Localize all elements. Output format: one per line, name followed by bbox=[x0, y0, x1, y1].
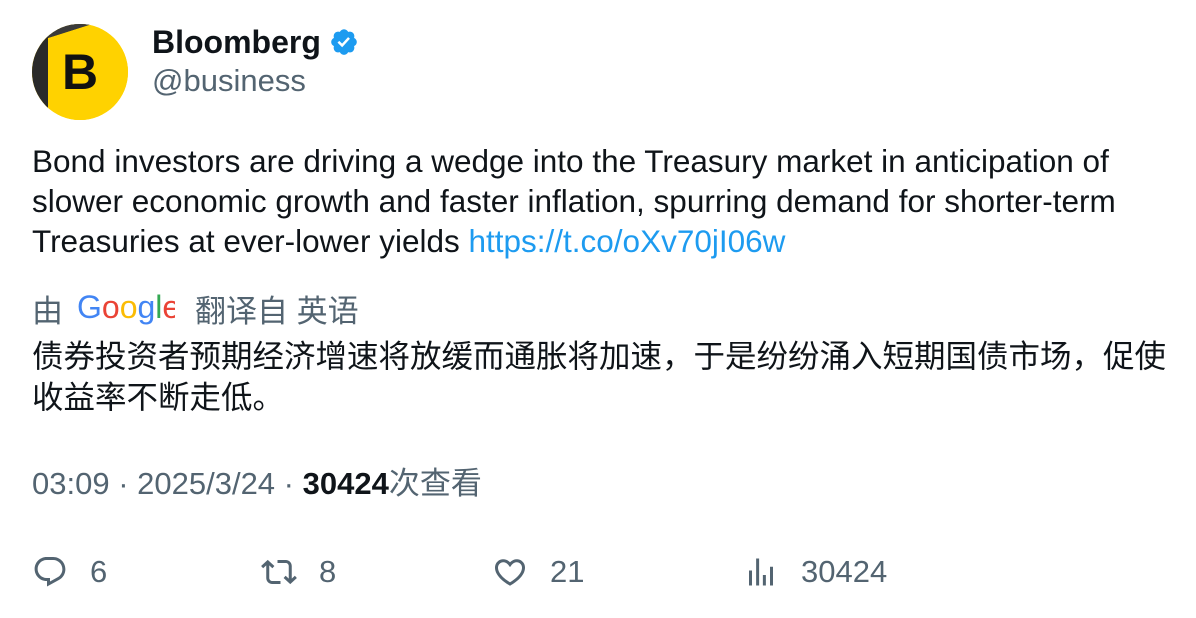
translated-text: 债券投资者预期经济增速将放缓而通胀将加速，于是纷纷涌入短期国债市场，促使收益率不… bbox=[32, 338, 1167, 415]
svg-text:Google: Google bbox=[77, 290, 175, 325]
meta-separator: · bbox=[109, 466, 138, 501]
avatar[interactable]: B bbox=[32, 24, 128, 120]
heart-icon bbox=[494, 559, 526, 586]
views-action-count: 30424 bbox=[801, 554, 888, 589]
tweet-text: Bond investors are driving a wedge into … bbox=[32, 141, 1168, 261]
retweet-button[interactable]: 8 bbox=[261, 552, 336, 592]
like-button[interactable]: 21 bbox=[492, 552, 584, 592]
like-count: 21 bbox=[550, 554, 585, 589]
tweet-link[interactable]: https://t.co/oXv70jI06w bbox=[468, 223, 785, 259]
author-name-row: Bloomberg bbox=[152, 22, 359, 62]
views-button[interactable]: 30424 bbox=[743, 552, 887, 592]
author-handle[interactable]: @business bbox=[152, 62, 306, 100]
display-name[interactable]: Bloomberg bbox=[152, 22, 321, 62]
views-count: 30424 bbox=[302, 466, 389, 501]
avatar-letter: B bbox=[62, 44, 99, 100]
analytics-icon bbox=[749, 558, 773, 586]
meta-separator: · bbox=[275, 466, 303, 501]
translated-from-label[interactable]: 翻译自 英语 bbox=[195, 286, 359, 331]
retweet-count: 8 bbox=[319, 554, 337, 589]
tweet-card: B Bloomberg @business Bond investors are… bbox=[0, 0, 1196, 618]
tweet-time[interactable]: 03:09 bbox=[32, 466, 110, 501]
reply-icon bbox=[34, 557, 66, 587]
reply-button[interactable]: 6 bbox=[32, 552, 107, 592]
translated-by-label: 由 bbox=[32, 293, 63, 329]
views-label: 次查看 bbox=[388, 466, 482, 501]
tweet-date[interactable]: 2025/3/24 bbox=[137, 466, 275, 501]
google-logo-icon: Google bbox=[77, 290, 175, 325]
verified-badge-icon[interactable] bbox=[329, 27, 359, 57]
reply-count: 6 bbox=[90, 554, 108, 589]
retweet-icon bbox=[261, 559, 297, 585]
tweet-meta: 03:09 · 2025/3/24 · 30424次查看 bbox=[32, 464, 482, 504]
translation-header: 由 Google 翻译自 英语 bbox=[32, 286, 359, 331]
